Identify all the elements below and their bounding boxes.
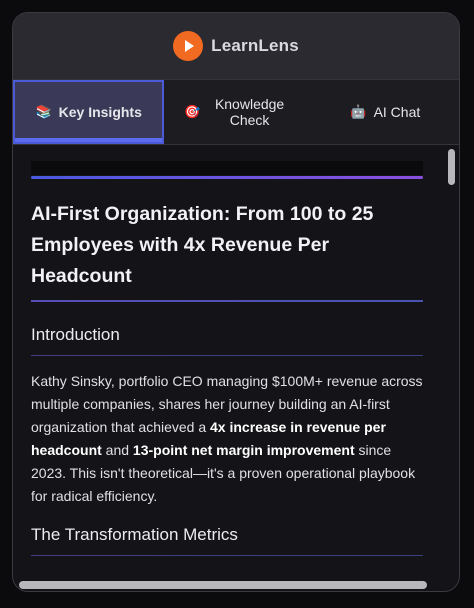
tab-knowledge-check[interactable]: 🎯 Knowledge Check (164, 80, 311, 144)
tab-bar: 📚 Key Insights 🎯 Knowledge Check 🤖 AI Ch… (13, 79, 459, 145)
tab-key-insights[interactable]: 📚 Key Insights (13, 80, 165, 144)
learnlens-window: LearnLens 📚 Key Insights 🎯 Knowledge Che… (12, 12, 460, 592)
target-icon: 🎯 (184, 104, 201, 119)
robot-icon: 🤖 (350, 104, 367, 119)
content-area: AI-First Organization: From 100 to 25 Em… (13, 145, 459, 591)
tab-label: Knowledge Check (214, 96, 285, 128)
section-heading-introduction: Introduction (31, 325, 120, 344)
section-divider (31, 355, 423, 356)
section-divider (31, 555, 423, 556)
tab-label: Key Insights (58, 104, 142, 120)
title-divider (31, 300, 423, 302)
horizontal-scrollbar[interactable] (19, 581, 427, 589)
highlight-margin: 13-point net margin improvement (132, 442, 355, 458)
header-strip (31, 161, 423, 175)
books-icon: 📚 (35, 104, 52, 119)
app-name: LearnLens (211, 36, 299, 55)
section-heading-metrics: The Transformation Metrics (31, 525, 238, 544)
accent-divider (31, 176, 423, 179)
intro-paragraph: Kathy Sinsky, portfolio CEO managing $10… (31, 373, 423, 504)
article-title: AI-First Organization: From 100 to 25 Em… (31, 203, 374, 287)
article: AI-First Organization: From 100 to 25 Em… (31, 199, 423, 556)
tab-ai-chat[interactable]: 🤖 AI Chat (312, 80, 459, 144)
vertical-scrollbar[interactable] (448, 149, 455, 185)
title-bar: LearnLens (13, 13, 459, 79)
play-icon (173, 31, 204, 61)
tab-label: AI Chat (373, 104, 421, 120)
